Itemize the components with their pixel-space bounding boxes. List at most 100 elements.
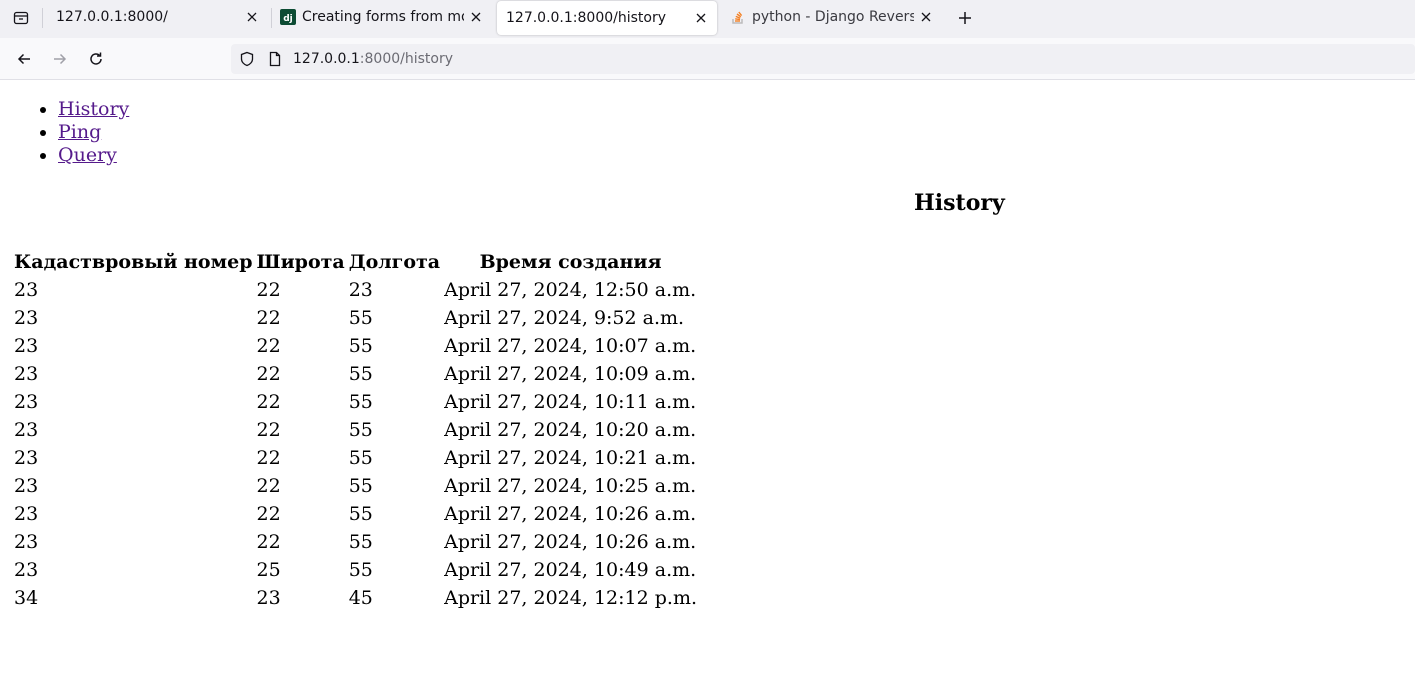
cell-created-at: April 27, 2024, 12:50 a.m. (444, 279, 697, 301)
site-nav: History Ping Query (0, 98, 129, 167)
tab-title: 127.0.0.1:8000/ (56, 9, 168, 25)
tab-overview-icon[interactable] (8, 5, 34, 31)
cell-cadastral-number: 23 (14, 307, 39, 329)
cell-longitude: 55 (348, 531, 373, 553)
tab-django-forms[interactable]: dj Creating forms from mod (272, 0, 494, 34)
cell-created-at: April 27, 2024, 9:52 a.m. (444, 307, 685, 329)
cell-cadastral-number: 23 (14, 335, 39, 357)
navigation-toolbar: 127.0.0.1:8000/history (0, 38, 1415, 80)
cell-created-at: April 27, 2024, 10:26 a.m. (444, 531, 697, 553)
cell-created-at: April 27, 2024, 10:07 a.m. (444, 335, 697, 357)
django-favicon-text: dj (283, 14, 293, 24)
nav-link-query[interactable]: Query (58, 144, 117, 166)
cell-created-at: April 27, 2024, 10:09 a.m. (444, 363, 697, 385)
nav-link-history[interactable]: History (58, 98, 129, 120)
cell-longitude: 55 (348, 391, 373, 413)
address-bar[interactable]: 127.0.0.1:8000/history (231, 44, 1415, 74)
cell-cadastral-number: 23 (14, 363, 39, 385)
tab-localhost-root[interactable]: 127.0.0.1:8000/ (44, 0, 270, 34)
close-icon[interactable] (693, 10, 709, 26)
django-icon: dj (280, 9, 296, 25)
back-button[interactable] (10, 45, 38, 73)
cell-cadastral-number: 23 (14, 419, 39, 441)
page-content: History Ping Query History Кадаствровый … (0, 81, 1415, 675)
page-icon[interactable] (267, 51, 283, 67)
arrow-left-icon (17, 53, 30, 65)
history-table: Кадаствровый номер Широта Долгота Время … (11, 247, 700, 613)
new-tab-button[interactable] (952, 5, 978, 31)
cell-created-at: April 27, 2024, 10:25 a.m. (444, 475, 697, 497)
cell-latitude: 22 (256, 531, 281, 553)
table-header-row: Кадаствровый номер Широта Долгота Время … (13, 249, 698, 275)
url-text: 127.0.0.1:8000/history (293, 51, 453, 67)
close-icon[interactable] (468, 9, 484, 25)
table-row: 23 22 55 April 27, 2024, 10:09 a.m. (13, 361, 698, 387)
table-row: 23 22 55 April 27, 2024, 10:11 a.m. (13, 389, 698, 415)
tab-title: python - Django Reverse (752, 9, 914, 25)
tab-history[interactable]: 127.0.0.1:8000/history (497, 1, 717, 35)
cell-longitude: 55 (348, 363, 373, 385)
table-row: 23 22 55 April 27, 2024, 10:20 a.m. (13, 417, 698, 443)
cell-created-at: April 27, 2024, 10:20 a.m. (444, 419, 697, 441)
cell-cadastral-number: 34 (14, 587, 39, 609)
cell-cadastral-number: 23 (14, 391, 39, 413)
table-row: 23 22 55 April 27, 2024, 10:25 a.m. (13, 473, 698, 499)
url-host: 127.0.0.1 (293, 51, 360, 67)
shield-icon[interactable] (239, 51, 255, 67)
cell-longitude: 55 (348, 475, 373, 497)
cell-created-at: April 27, 2024, 10:11 a.m. (444, 391, 697, 413)
cell-longitude: 55 (348, 307, 373, 329)
nav-item-ping: Ping (58, 121, 129, 144)
close-icon[interactable] (918, 9, 934, 25)
cell-latitude: 22 (256, 419, 281, 441)
table-row: 34 23 45 April 27, 2024, 12:12 p.m. (13, 585, 698, 611)
cell-longitude: 55 (348, 559, 373, 581)
cell-latitude: 23 (256, 587, 281, 609)
column-header-cadastral-number: Кадаствровый номер (14, 251, 253, 273)
cell-cadastral-number: 23 (14, 447, 39, 469)
reload-button[interactable] (82, 45, 110, 73)
cell-created-at: April 27, 2024, 10:49 a.m. (444, 559, 697, 581)
tab-title: Creating forms from mod (302, 9, 464, 25)
column-header-created-at: Время создания (479, 251, 662, 273)
table-row: 23 22 55 April 27, 2024, 10:26 a.m. (13, 529, 698, 555)
cell-longitude: 55 (348, 419, 373, 441)
tab-separator (42, 8, 43, 28)
cell-cadastral-number: 23 (14, 475, 39, 497)
tab-title: 127.0.0.1:8000/history (506, 10, 667, 26)
table-row: 23 25 55 April 27, 2024, 10:49 a.m. (13, 557, 698, 583)
page-title: History (914, 190, 1005, 216)
stackoverflow-icon (730, 9, 746, 25)
table-row: 23 22 55 April 27, 2024, 10:26 a.m. (13, 501, 698, 527)
arrow-right-icon (54, 53, 67, 65)
cell-latitude: 22 (256, 335, 281, 357)
cell-created-at: April 27, 2024, 10:26 a.m. (444, 503, 697, 525)
cell-longitude: 23 (348, 279, 373, 301)
table-row: 23 22 55 April 27, 2024, 9:52 a.m. (13, 305, 698, 331)
cell-created-at: April 27, 2024, 10:21 a.m. (444, 447, 697, 469)
table-row: 23 22 23 April 27, 2024, 12:50 a.m. (13, 277, 698, 303)
forward-button[interactable] (46, 45, 74, 73)
tab-stackoverflow[interactable]: python - Django Reverse (722, 0, 944, 34)
cell-latitude: 25 (256, 559, 281, 581)
table-row: 23 22 55 April 27, 2024, 10:07 a.m. (13, 333, 698, 359)
cell-longitude: 55 (348, 335, 373, 357)
nav-link-ping[interactable]: Ping (58, 121, 101, 143)
cell-latitude: 22 (256, 279, 281, 301)
table-row: 23 22 55 April 27, 2024, 10:21 a.m. (13, 445, 698, 471)
nav-item-history: History (58, 98, 129, 121)
cell-longitude: 55 (348, 503, 373, 525)
cell-longitude: 45 (348, 587, 373, 609)
cell-cadastral-number: 23 (14, 559, 39, 581)
plus-icon (959, 12, 971, 24)
reload-icon (90, 52, 102, 65)
cell-longitude: 55 (348, 447, 373, 469)
close-icon[interactable] (244, 9, 260, 25)
cell-latitude: 22 (256, 363, 281, 385)
cell-latitude: 22 (256, 307, 281, 329)
table-body: 23 22 23 April 27, 2024, 12:50 a.m. 23 22 55 Ap… (13, 277, 698, 611)
tab-strip: 127.0.0.1:8000/ dj Creating forms from m… (0, 0, 1415, 38)
cell-latitude: 22 (256, 475, 281, 497)
column-header-longitude: Долгота (348, 251, 441, 273)
cell-latitude: 22 (256, 391, 281, 413)
